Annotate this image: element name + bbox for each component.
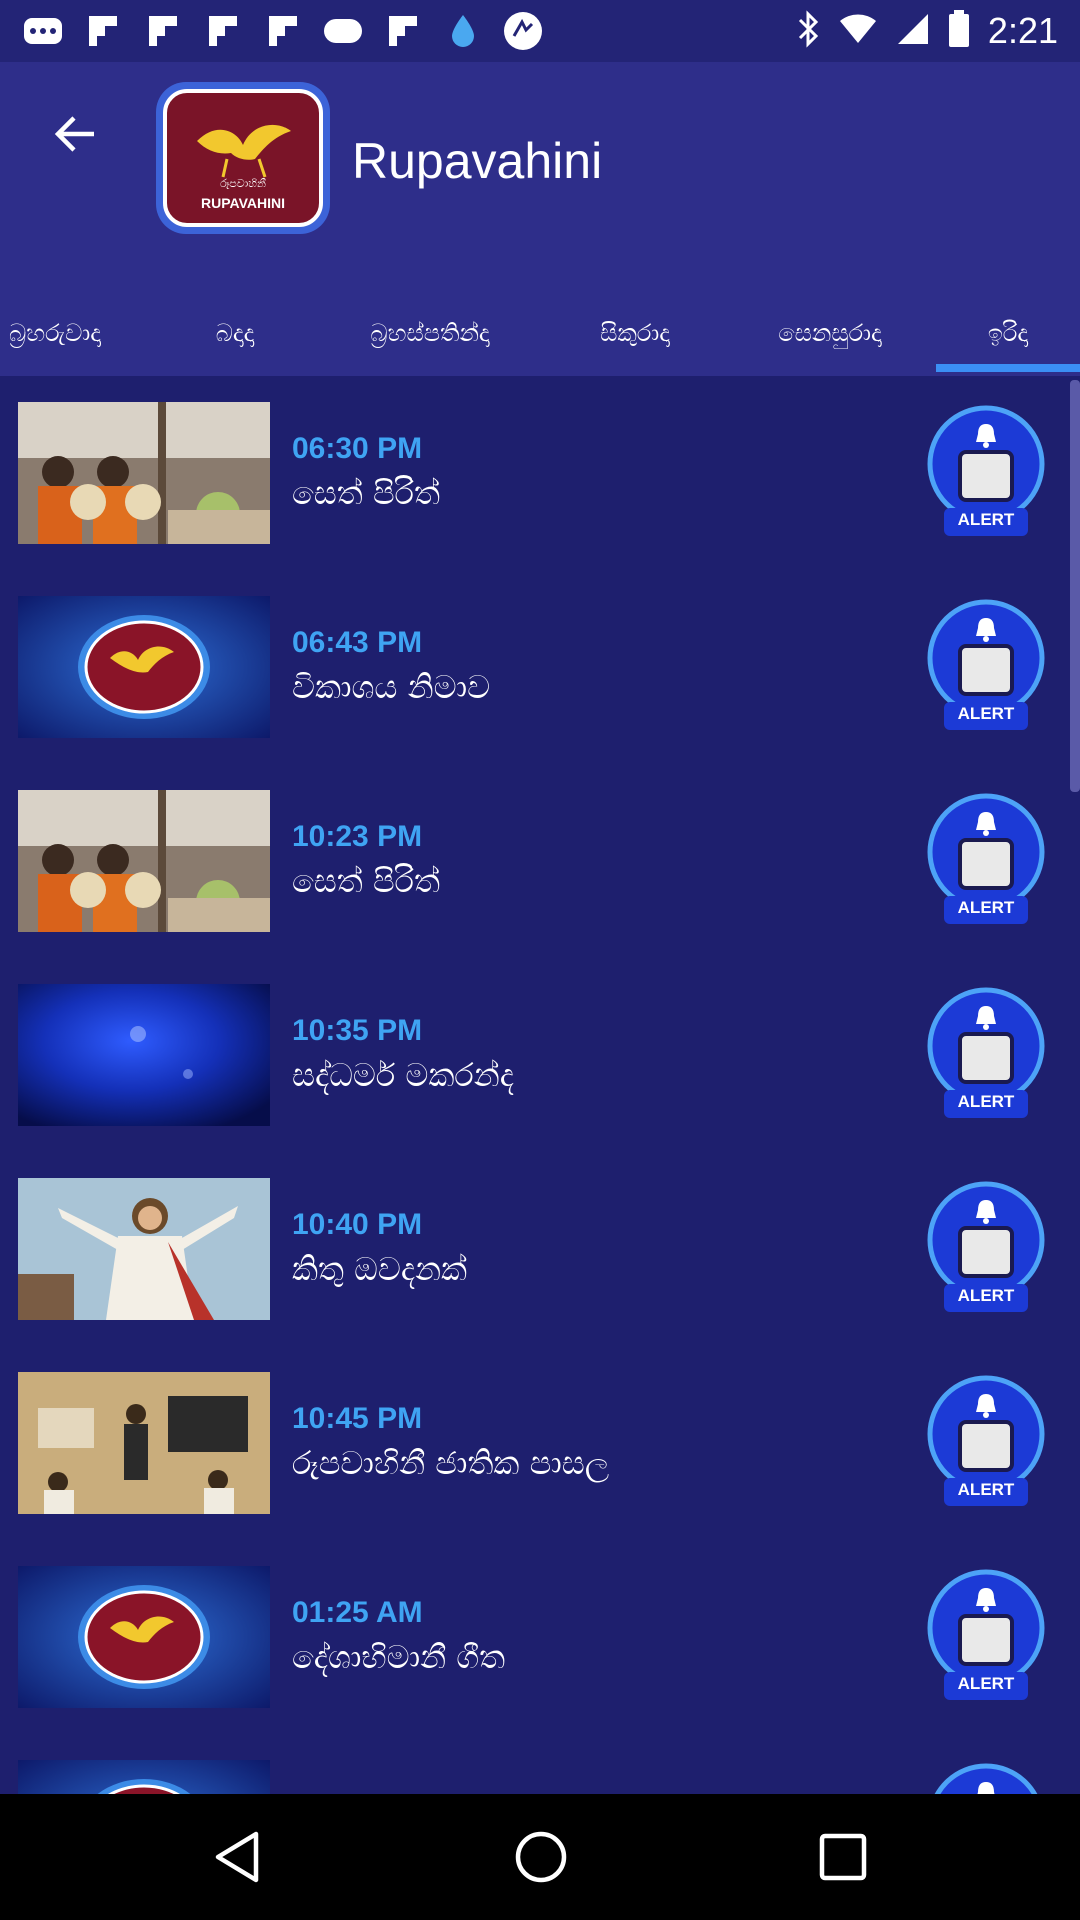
notification-icons bbox=[22, 10, 544, 52]
back-nav-button[interactable] bbox=[202, 1824, 272, 1890]
program-time: 10:45 PM bbox=[292, 1402, 423, 1435]
alert-label: ALERT bbox=[957, 898, 1015, 917]
bell-alert-icon bbox=[934, 1763, 1038, 1794]
program-row[interactable]: 10:45 PM රූපවාහිනී ජාතික පාසල ALERT bbox=[0, 1346, 1080, 1540]
program-thumbnail bbox=[18, 1760, 270, 1794]
tab-monday[interactable]: බ්‍රහරුවාදා bbox=[0, 292, 120, 374]
circle-home-icon bbox=[515, 1831, 567, 1883]
tab-label: සිකුරාදා bbox=[600, 319, 670, 347]
program-thumbnail bbox=[18, 1178, 270, 1320]
battery-icon bbox=[948, 10, 970, 52]
program-thumbnail bbox=[18, 984, 270, 1126]
program-thumbnail bbox=[18, 1372, 270, 1514]
program-title: දේශාභිමානී ගීත bbox=[292, 1638, 506, 1676]
logo-text: RUPAVAHINI bbox=[201, 195, 285, 211]
program-title: රූපවාහිනී ජාතික පාසල bbox=[292, 1444, 610, 1482]
program-row[interactable]: 06:43 PM විකාශය නිමාව ALERT bbox=[0, 570, 1080, 764]
flipboard-icon bbox=[262, 13, 304, 49]
program-time: 10:23 PM bbox=[292, 820, 423, 853]
alert-label: ALERT bbox=[957, 510, 1015, 529]
water-drop-icon bbox=[442, 13, 484, 49]
program-title: සද්ධර්ම මකරන්ද bbox=[292, 1056, 514, 1094]
channel-logo: රූපවාහිනී RUPAVAHINI bbox=[156, 82, 330, 234]
alert-label: ALERT bbox=[957, 1092, 1015, 1111]
clock: 2:21 bbox=[987, 10, 1058, 51]
program-title: කිතු ඔවදනක් bbox=[292, 1250, 468, 1288]
alert-button[interactable]: ALERT bbox=[926, 792, 1046, 928]
alert-button[interactable]: ALERT bbox=[926, 1180, 1046, 1316]
alert-button[interactable]: ALERT bbox=[926, 986, 1046, 1122]
app-bar: රූපවාහිනී RUPAVAHINI Rupavahini බ්‍රහරුව… bbox=[0, 62, 1080, 376]
home-nav-button[interactable] bbox=[506, 1824, 576, 1890]
selected-tab-indicator bbox=[936, 364, 1080, 372]
bird-emblem-icon: රූපවාහිනී bbox=[197, 124, 291, 190]
tab-friday[interactable]: සිකුරාදා bbox=[570, 292, 700, 374]
program-time: 06:30 PM bbox=[292, 432, 423, 465]
scrollbar[interactable] bbox=[1070, 380, 1080, 792]
tab-sunday[interactable]: ඉරිදා bbox=[940, 292, 1076, 374]
tab-wednesday[interactable]: බදාදා bbox=[180, 292, 290, 374]
program-thumbnail bbox=[18, 402, 270, 544]
alert-button[interactable]: ALERT bbox=[926, 1568, 1046, 1704]
app-title: Rupavahini bbox=[352, 133, 603, 189]
navigation-bar bbox=[0, 1794, 1080, 1920]
svg-text:රූපවාහිනී: රූපවාහිනී bbox=[220, 177, 266, 190]
signal-icon bbox=[896, 12, 930, 50]
program-time: 01:25 AM bbox=[292, 1596, 423, 1629]
program-title: සෙත් පිරිත් bbox=[292, 474, 440, 512]
program-row[interactable]: 10:40 PM කිතු ඔවදනක් ALERT bbox=[0, 1152, 1080, 1346]
program-row[interactable]: 10:35 PM සද්ධර්ම මකරන්ද ALERT bbox=[0, 958, 1080, 1152]
program-list[interactable]: 06:30 PM සෙත් පිරිත් ALERT 06:43 PM විකාශය න… bbox=[0, 376, 1080, 1794]
bluetooth-icon bbox=[796, 10, 820, 52]
day-tabs: බ්‍රහරුවාදා බදාදා බ්‍රහස්පතින්දා සිකුරාද… bbox=[0, 292, 1080, 374]
program-thumbnail bbox=[18, 596, 270, 738]
wifi-icon bbox=[838, 13, 878, 49]
status-bar: 2:21 bbox=[0, 0, 1080, 62]
alert-button[interactable]: ALERT bbox=[926, 404, 1046, 540]
tab-label: බ්‍රහස්පතින්දා bbox=[370, 319, 490, 347]
tab-label: සෙනසුරාදා bbox=[778, 319, 882, 347]
program-row[interactable]: 01:25 AM දේශාභිමානී ගීත ALERT bbox=[0, 1540, 1080, 1734]
tab-label: බදාදා bbox=[215, 319, 255, 347]
tab-label: ඉරිදා bbox=[987, 319, 1029, 347]
alert-button[interactable]: ALERT bbox=[926, 1374, 1046, 1510]
program-time: 10:35 PM bbox=[292, 1014, 423, 1047]
recents-nav-button[interactable] bbox=[808, 1824, 878, 1890]
tab-saturday[interactable]: සෙනසුරාදා bbox=[756, 292, 904, 374]
alert-label: ALERT bbox=[957, 1674, 1015, 1693]
triangle-back-icon bbox=[215, 1831, 259, 1883]
program-row[interactable]: 10:23 PM සෙත් පිරිත් ALERT bbox=[0, 764, 1080, 958]
alert-label: ALERT bbox=[957, 704, 1015, 723]
alert-label: ALERT bbox=[957, 1286, 1015, 1305]
alert-button[interactable]: ALERT bbox=[926, 1762, 1046, 1794]
square-recents-icon bbox=[819, 1833, 867, 1881]
cloud-icon bbox=[322, 13, 364, 49]
flipboard-icon bbox=[202, 13, 244, 49]
system-status: 2:21 bbox=[796, 6, 1058, 56]
program-title: විකාශය නිමාව bbox=[292, 668, 491, 706]
back-button[interactable] bbox=[42, 102, 106, 166]
program-thumbnail bbox=[18, 790, 270, 932]
alert-button[interactable]: ALERT bbox=[926, 598, 1046, 734]
logo-badge: රූපවාහිනී RUPAVAHINI bbox=[163, 89, 323, 227]
program-thumbnail bbox=[18, 1566, 270, 1708]
flipboard-icon bbox=[82, 13, 124, 49]
program-time: 10:40 PM bbox=[292, 1208, 423, 1241]
program-time: 06:43 PM bbox=[292, 626, 423, 659]
alert-label: ALERT bbox=[957, 1480, 1015, 1499]
sync-icon bbox=[502, 12, 544, 50]
flipboard-icon bbox=[382, 13, 424, 49]
arrow-left-icon bbox=[54, 116, 94, 152]
program-row[interactable]: ALERT bbox=[0, 1734, 1080, 1794]
program-row[interactable]: 06:30 PM සෙත් පිරිත් ALERT bbox=[0, 376, 1080, 570]
tab-label: බ්‍රහරුවාදා bbox=[9, 319, 101, 347]
tab-thursday[interactable]: බ්‍රහස්පතින්දා bbox=[340, 292, 520, 374]
program-title: සෙත් පිරිත් bbox=[292, 862, 440, 900]
flipboard-icon bbox=[142, 13, 184, 49]
messages-icon bbox=[22, 13, 64, 49]
